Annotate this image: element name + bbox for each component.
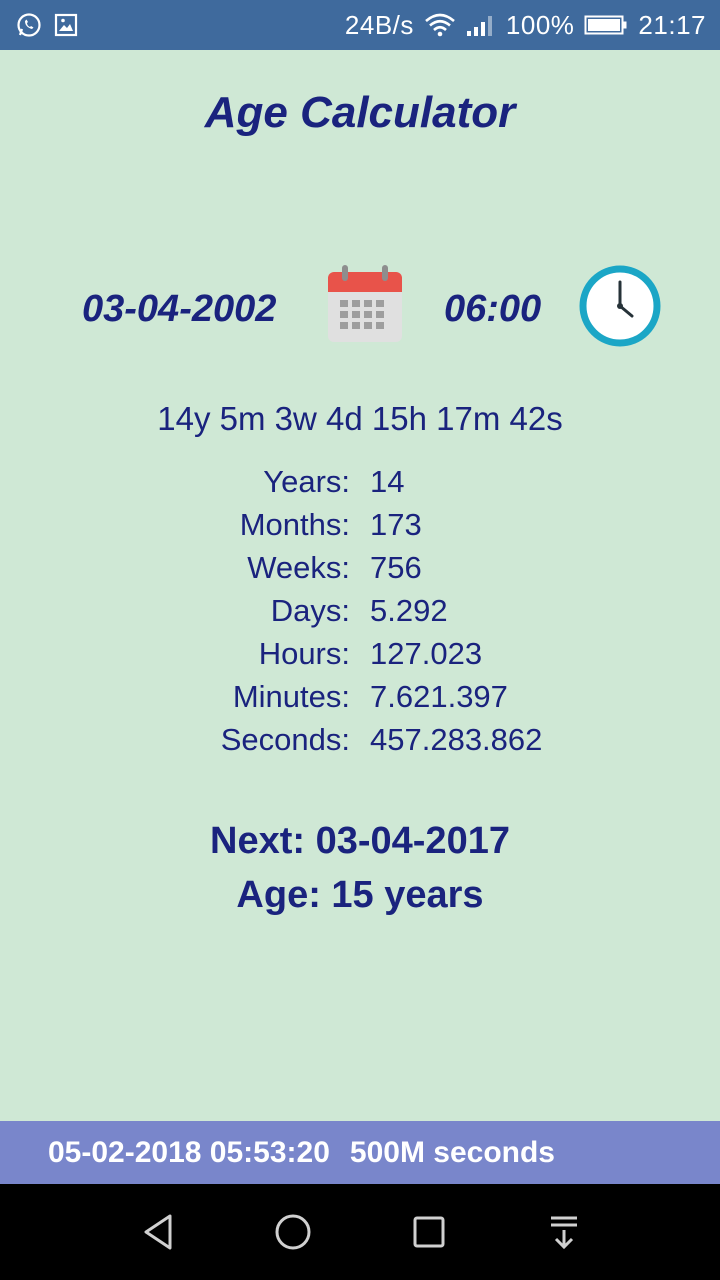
recents-icon[interactable] xyxy=(409,1212,449,1252)
stat-label: Days: xyxy=(270,593,350,628)
age-summary: 14y 5m 3w 4d 15h 17m 42s xyxy=(157,400,563,437)
stat-label: Minutes: xyxy=(232,679,350,714)
stat-label: Years: xyxy=(263,464,350,499)
stat-value: 7.621.397 xyxy=(370,679,508,714)
wifi-icon xyxy=(424,13,456,37)
stat-row-months: Months: 173 xyxy=(0,507,720,550)
stat-row-seconds: Seconds: 457.283.862 xyxy=(0,722,720,765)
battery-percent: 100% xyxy=(505,9,575,40)
app-title: Age Calculator xyxy=(204,88,516,137)
gallery-icon xyxy=(54,13,78,37)
stat-row-days: Days: 5.292 xyxy=(0,593,720,636)
status-left xyxy=(16,12,78,38)
stat-row-minutes: Minutes: 7.621.397 xyxy=(0,679,720,722)
milestone-bar: 05-02-2018 05:53:20 500M seconds xyxy=(0,1121,720,1184)
calendar-icon[interactable] xyxy=(324,264,406,346)
back-icon[interactable] xyxy=(138,1212,178,1252)
clock-time: 21:17 xyxy=(638,9,706,40)
stat-row-years: Years: 14 xyxy=(0,464,720,507)
stat-value: 5.292 xyxy=(370,593,448,628)
next-birthday: Next: 03-04-2017 xyxy=(210,820,510,862)
home-icon[interactable] xyxy=(273,1212,313,1252)
signal-icon xyxy=(466,13,496,37)
stat-row-hours: Hours: 127.023 xyxy=(0,636,720,679)
status-right: 24B/s 100% 21:17 xyxy=(345,10,706,41)
stat-value: 756 xyxy=(370,550,422,585)
whatsapp-icon xyxy=(16,12,42,38)
birth-time-value[interactable]: 06:00 xyxy=(444,288,541,331)
network-speed: 24B/s xyxy=(344,9,414,40)
status-bar: 24B/s 100% 21:17 xyxy=(0,0,720,50)
stat-label: Weeks: xyxy=(247,550,350,585)
age-stats: Years: 14 Months: 173 Weeks: 756 Days: 5… xyxy=(0,464,720,765)
milestone-label: 500M seconds xyxy=(349,1135,555,1169)
navigation-bar xyxy=(0,1184,720,1280)
battery-icon xyxy=(584,13,628,37)
stat-value: 14 xyxy=(370,464,405,499)
next-age: Age: 15 years xyxy=(236,874,484,916)
stat-row-weeks: Weeks: 756 xyxy=(0,550,720,593)
stat-value: 127.023 xyxy=(370,636,483,671)
stat-value: 173 xyxy=(370,507,422,542)
milestone-datetime: 05-02-2018 05:53:20 xyxy=(48,1135,330,1169)
stat-label: Seconds: xyxy=(220,722,350,757)
notification-pull-icon[interactable] xyxy=(544,1212,584,1252)
clock-icon[interactable] xyxy=(578,264,662,348)
birth-date-value[interactable]: 03-04-2002 xyxy=(82,288,276,331)
birth-picker-row: 03-04-2002 06:00 xyxy=(0,262,720,352)
stat-label: Hours: xyxy=(258,636,350,671)
stat-label: Months: xyxy=(239,507,350,542)
stat-value: 457.283.862 xyxy=(370,722,543,757)
